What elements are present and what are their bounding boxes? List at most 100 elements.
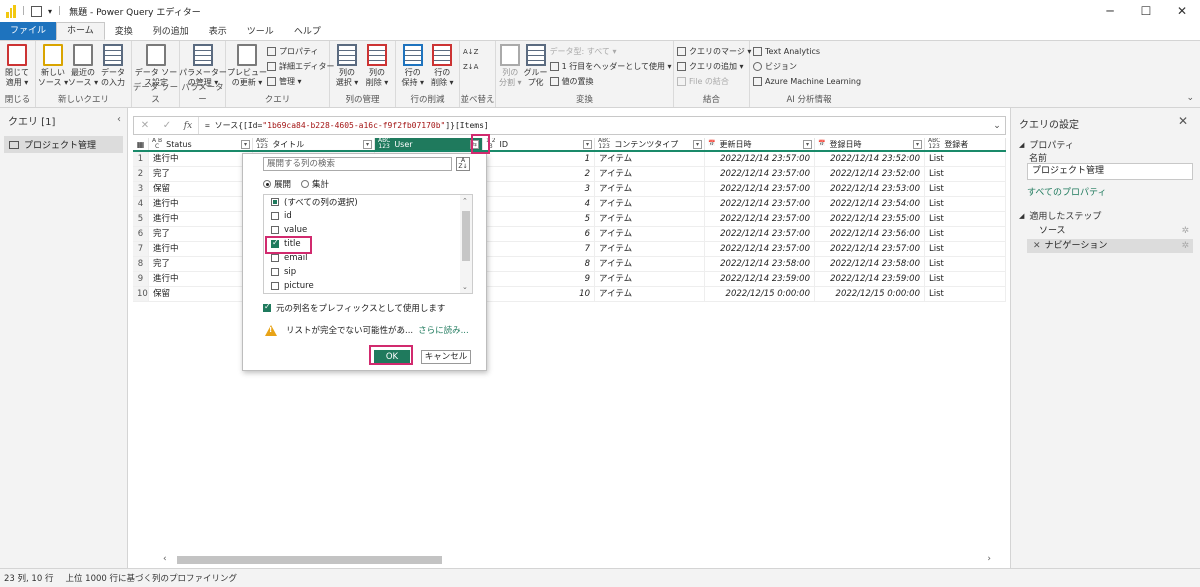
expand-formula-icon[interactable]: ⌄ — [989, 121, 1005, 131]
checklist-item-sip[interactable]: sip — [264, 265, 472, 279]
properties-section[interactable]: ◢ プロパティ — [1019, 138, 1074, 152]
aggregate-radio[interactable]: 集計 — [301, 178, 329, 190]
table-cell[interactable]: 2022/12/14 23:57:00 — [705, 227, 815, 241]
table-cell[interactable]: 2022/12/14 23:57:00 — [815, 242, 925, 256]
table-cell[interactable]: 3 — [483, 182, 595, 196]
scroll-left-icon[interactable]: ‹ — [163, 554, 167, 564]
table-cell[interactable]: 1 — [483, 152, 595, 166]
scroll-right-icon[interactable]: › — [987, 554, 991, 564]
table-cell[interactable]: 2022/12/15 0:00:00 — [815, 287, 925, 301]
table-cell[interactable]: 2022/12/14 23:54:00 — [815, 197, 925, 211]
replace-values-button[interactable]: 値の置換 — [549, 75, 672, 88]
table-cell[interactable]: 2 — [483, 167, 595, 181]
cancel-button[interactable]: キャンセル — [421, 350, 471, 364]
table-cell[interactable]: アイテム — [595, 197, 705, 211]
table-cell[interactable]: 2022/12/14 23:57:00 — [705, 212, 815, 226]
column-header-created[interactable]: 📅 登録日時 ▾ — [815, 138, 925, 150]
expand-search-input[interactable]: 展開する列の検索 — [263, 157, 452, 171]
column-header-status[interactable]: A B C Status ▾ — [149, 138, 253, 150]
tab-home[interactable]: ホーム — [56, 22, 105, 40]
table-cell[interactable]: List — [925, 287, 1006, 301]
column-header-modified[interactable]: 📅 更新日時 ▾ — [705, 138, 815, 150]
merge-queries-button[interactable]: クエリのマージ ▾ — [677, 45, 751, 58]
table-cell[interactable]: 進行中 — [149, 242, 253, 256]
table-cell[interactable]: List — [925, 257, 1006, 271]
filter-dropdown-icon[interactable]: ▾ — [913, 140, 922, 149]
applied-steps-section[interactable]: ◢ 適用したステップ — [1019, 209, 1101, 223]
minimize-button[interactable]: ─ — [1092, 0, 1128, 22]
properties-button[interactable]: プロパティ — [267, 45, 334, 58]
table-cell[interactable]: 2022/12/14 23:55:00 — [815, 212, 925, 226]
column-header-user[interactable]: ABC 123 User ⇆ — [375, 138, 483, 150]
step-source[interactable]: ソース ✲ — [1027, 224, 1193, 238]
tab-file[interactable]: ファイル — [0, 22, 57, 40]
load-more-link[interactable]: さらに読み... — [418, 324, 469, 336]
checklist-item-id[interactable]: id — [264, 209, 472, 223]
horizontal-scrollbar[interactable]: ‹ › — [159, 554, 999, 566]
collapse-ribbon-icon[interactable]: ⌄ — [1186, 93, 1194, 103]
gear-icon[interactable]: ✲ — [1181, 239, 1189, 253]
table-cell[interactable]: 2022/12/14 23:57:00 — [705, 167, 815, 181]
checklist-scroll-thumb[interactable] — [462, 211, 470, 261]
filter-dropdown-icon[interactable]: ▾ — [693, 140, 702, 149]
table-cell[interactable]: 9 — [483, 272, 595, 286]
append-queries-button[interactable]: クエリの追加 ▾ — [677, 60, 751, 73]
checklist-item-email[interactable]: email — [264, 251, 472, 265]
collapse-pane-icon[interactable]: ‹ — [117, 114, 121, 125]
table-cell[interactable]: 4 — [483, 197, 595, 211]
table-cell[interactable]: 完了 — [149, 257, 253, 271]
table-cell[interactable]: 10 — [483, 287, 595, 301]
table-cell[interactable]: 2022/12/14 23:57:00 — [705, 242, 815, 256]
scroll-down-icon[interactable]: ⌄ — [462, 283, 468, 291]
table-cell[interactable]: 2022/12/14 23:52:00 — [815, 167, 925, 181]
table-cell[interactable]: 5 — [483, 212, 595, 226]
table-cell[interactable]: アイテム — [595, 167, 705, 181]
text-analytics-button[interactable]: Text Analytics — [753, 45, 861, 58]
table-cell[interactable]: アイテム — [595, 257, 705, 271]
sort-ascending-button[interactable]: A↓Z — [463, 45, 478, 58]
sort-az-icon[interactable]: A Z↓ — [456, 157, 470, 171]
ok-button[interactable]: OK — [374, 350, 410, 364]
table-cell[interactable]: アイテム — [595, 152, 705, 166]
tab-add-column[interactable]: 列の追加 — [143, 24, 199, 40]
table-cell[interactable]: 完了 — [149, 227, 253, 241]
column-header-author[interactable]: ABC 123 登録者 — [925, 138, 1006, 150]
scroll-up-icon[interactable]: ⌃ — [462, 197, 468, 205]
close-settings-icon[interactable]: ✕ — [1178, 114, 1188, 128]
table-cell[interactable]: アイテム — [595, 227, 705, 241]
checklist-item-picture[interactable]: picture — [264, 279, 472, 293]
table-cell[interactable]: List — [925, 212, 1006, 226]
table-cell[interactable]: 進行中 — [149, 197, 253, 211]
row-number[interactable]: 2 — [133, 167, 149, 181]
checklist-scrollbar[interactable]: ⌃ ⌄ — [460, 195, 472, 293]
tab-transform[interactable]: 変換 — [105, 24, 143, 40]
table-cell[interactable]: 2022/12/14 23:57:00 — [705, 197, 815, 211]
vision-button[interactable]: ビジョン — [753, 60, 861, 73]
customize-quick-access-icon[interactable]: ▾ — [48, 7, 52, 16]
table-cell[interactable]: List — [925, 242, 1006, 256]
sort-descending-button[interactable]: Z↓A — [463, 60, 478, 73]
query-item[interactable]: プロジェクト管理 — [4, 136, 123, 153]
tab-help[interactable]: ヘルプ — [284, 24, 331, 40]
table-cell[interactable]: 完了 — [149, 167, 253, 181]
save-icon[interactable] — [31, 5, 43, 17]
table-cell[interactable]: 8 — [483, 257, 595, 271]
formula-input[interactable]: = ソース{[Id="1b69ca84-b228-4605-a16c-f9f2f… — [198, 117, 989, 134]
column-header-content-type[interactable]: ABC 123 コンテンツタイプ ▾ — [595, 138, 705, 150]
table-cell[interactable]: 6 — [483, 227, 595, 241]
manage-button[interactable]: 管理 ▾ — [267, 75, 334, 88]
table-cell[interactable]: 2022/12/14 23:56:00 — [815, 227, 925, 241]
table-cell[interactable]: 7 — [483, 242, 595, 256]
table-cell[interactable]: List — [925, 167, 1006, 181]
use-first-row-headers-button[interactable]: 1 行目をヘッダーとして使用 ▾ — [549, 60, 672, 73]
prefix-checkbox[interactable]: 元の列名をプレフィックスとして使用します — [263, 302, 445, 314]
filter-dropdown-icon[interactable]: ▾ — [583, 140, 592, 149]
table-cell[interactable]: 2022/12/14 23:57:00 — [705, 182, 815, 196]
query-name-input[interactable]: プロジェクト管理 — [1027, 163, 1193, 180]
table-menu-icon[interactable]: ▦ — [133, 138, 149, 150]
table-cell[interactable]: 進行中 — [149, 152, 253, 166]
all-properties-link[interactable]: すべてのプロパティ — [1027, 185, 1106, 198]
row-number[interactable]: 9 — [133, 272, 149, 286]
row-number[interactable]: 3 — [133, 182, 149, 196]
data-type-dropdown[interactable]: データ型: すべて ▾ — [550, 45, 672, 58]
